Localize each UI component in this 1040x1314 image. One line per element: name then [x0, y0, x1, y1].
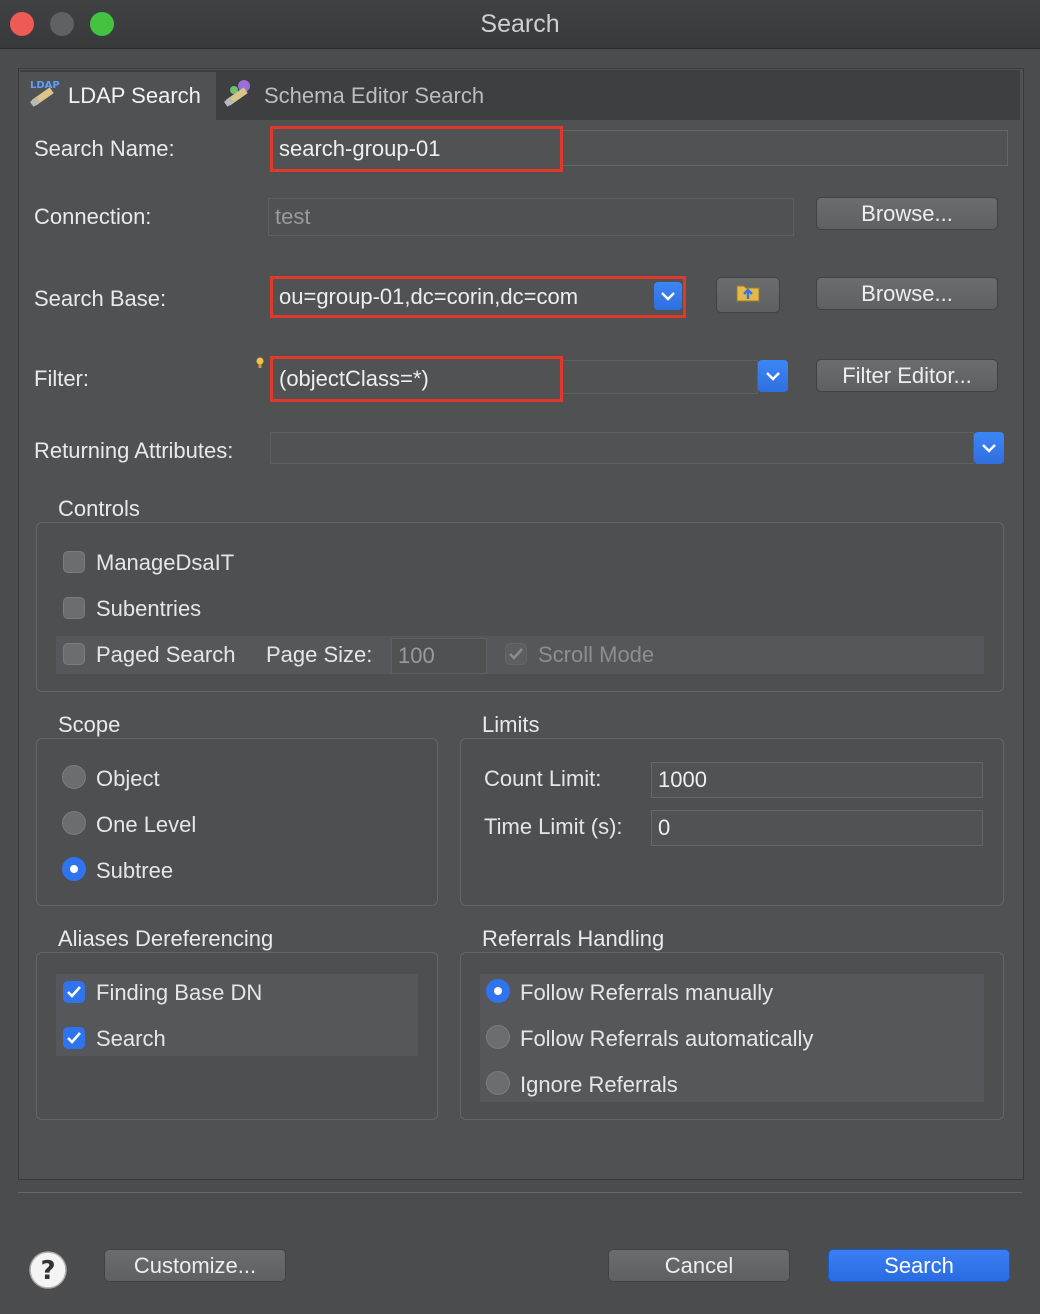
returning-attributes-dropdown[interactable] [974, 432, 1004, 464]
schema-search-icon [222, 77, 256, 115]
paged-search-label: Paged Search [96, 642, 236, 667]
time-limit-input[interactable]: 0 [651, 810, 983, 846]
checkmark-icon [67, 1032, 81, 1044]
tab-schema-editor-search-label: Schema Editor Search [264, 83, 485, 108]
scope-subtree-radio[interactable] [62, 857, 86, 881]
returning-attributes-label: Returning Attributes: [34, 438, 234, 463]
scope-object-label: Object [96, 766, 160, 791]
filter-editor-button[interactable]: Filter Editor... [816, 359, 998, 392]
search-name-label: Search Name: [34, 136, 175, 161]
scroll-mode-checkbox [505, 643, 527, 665]
page-size-input: 100 [391, 638, 487, 674]
ldap-search-icon: LDAP [28, 77, 62, 115]
subentries-checkbox[interactable] [63, 597, 85, 619]
filter-hint-icon [256, 356, 264, 368]
scope-subtree-label: Subtree [96, 858, 174, 883]
paged-search-checkbox[interactable] [63, 643, 85, 665]
filter-dropdown[interactable] [758, 360, 788, 392]
alias-search-checkbox[interactable] [63, 1027, 85, 1049]
cancel-button[interactable]: Cancel [608, 1249, 790, 1282]
chevron-down-icon [982, 444, 996, 453]
time-limit-label: Time Limit (s): [484, 814, 623, 839]
finding-base-dn-checkbox[interactable] [63, 981, 85, 1003]
referrals-automatic-label: Follow Referrals automatically [520, 1026, 814, 1051]
scope-one-level-label: One Level [96, 812, 197, 837]
footer-divider [18, 1192, 1022, 1193]
connection-label: Connection: [34, 204, 152, 229]
search-base-dropdown[interactable] [654, 282, 682, 310]
window-title: Search [480, 10, 560, 38]
referrals-ignore-label: Ignore Referrals [520, 1072, 678, 1097]
tab-schema-editor-search[interactable]: Schema Editor Search [220, 72, 520, 120]
scope-object-radio[interactable] [62, 765, 86, 789]
subentries-label: Subentries [96, 596, 202, 621]
aliases-group-title: Aliases Dereferencing [58, 926, 274, 951]
search-base-combo[interactable]: ou=group-01,dc=corin,dc=com [270, 276, 686, 318]
limits-group-title: Limits [482, 712, 540, 737]
chevron-down-icon [766, 372, 780, 381]
svg-text:?: ? [40, 1256, 55, 1286]
search-name-input[interactable]: search-group-01 [270, 126, 563, 172]
referrals-manual-radio[interactable] [486, 979, 510, 1003]
search-button[interactable]: Search [828, 1249, 1010, 1282]
scope-one-level-radio[interactable] [62, 811, 86, 835]
search-base-browse-button[interactable]: Browse... [816, 277, 998, 310]
filter-label: Filter: [34, 366, 89, 391]
count-limit-label: Count Limit: [484, 766, 602, 791]
manage-dsait-label: ManageDsaIT [96, 550, 235, 575]
returning-attributes-input[interactable] [270, 432, 974, 464]
customize-button[interactable]: Customize... [104, 1249, 286, 1282]
referrals-automatic-radio[interactable] [486, 1025, 510, 1049]
filter-input[interactable]: (objectClass=*) [270, 356, 563, 402]
count-limit-input[interactable]: 1000 [651, 762, 983, 798]
checkmark-icon [67, 986, 81, 998]
manage-dsait-checkbox[interactable] [63, 551, 85, 573]
referrals-group-title: Referrals Handling [482, 926, 665, 951]
referrals-manual-label: Follow Referrals manually [520, 980, 774, 1005]
page-size-label: Page Size: [266, 642, 373, 667]
controls-group-title: Controls [58, 496, 140, 521]
alias-search-label: Search [96, 1026, 166, 1051]
folder-up-icon [735, 280, 761, 310]
svg-text:LDAP: LDAP [30, 80, 60, 91]
referrals-ignore-radio[interactable] [486, 1071, 510, 1095]
connection-field: test [268, 198, 794, 236]
scroll-mode-label: Scroll Mode [538, 642, 655, 667]
checkmark-icon [509, 648, 523, 660]
search-base-label: Search Base: [34, 286, 167, 311]
search-base-value: ou=group-01,dc=corin,dc=com [279, 284, 579, 309]
tab-ldap-search[interactable]: LDAP LDAP Search [20, 72, 216, 120]
scope-group-title: Scope [58, 712, 121, 737]
search-base-history-button[interactable] [716, 277, 780, 313]
tab-ldap-search-label: LDAP Search [68, 83, 201, 108]
help-icon[interactable]: ? [28, 1250, 68, 1290]
connection-browse-button[interactable]: Browse... [816, 197, 998, 230]
chevron-down-icon [661, 292, 675, 301]
finding-base-dn-label: Finding Base DN [96, 980, 263, 1005]
